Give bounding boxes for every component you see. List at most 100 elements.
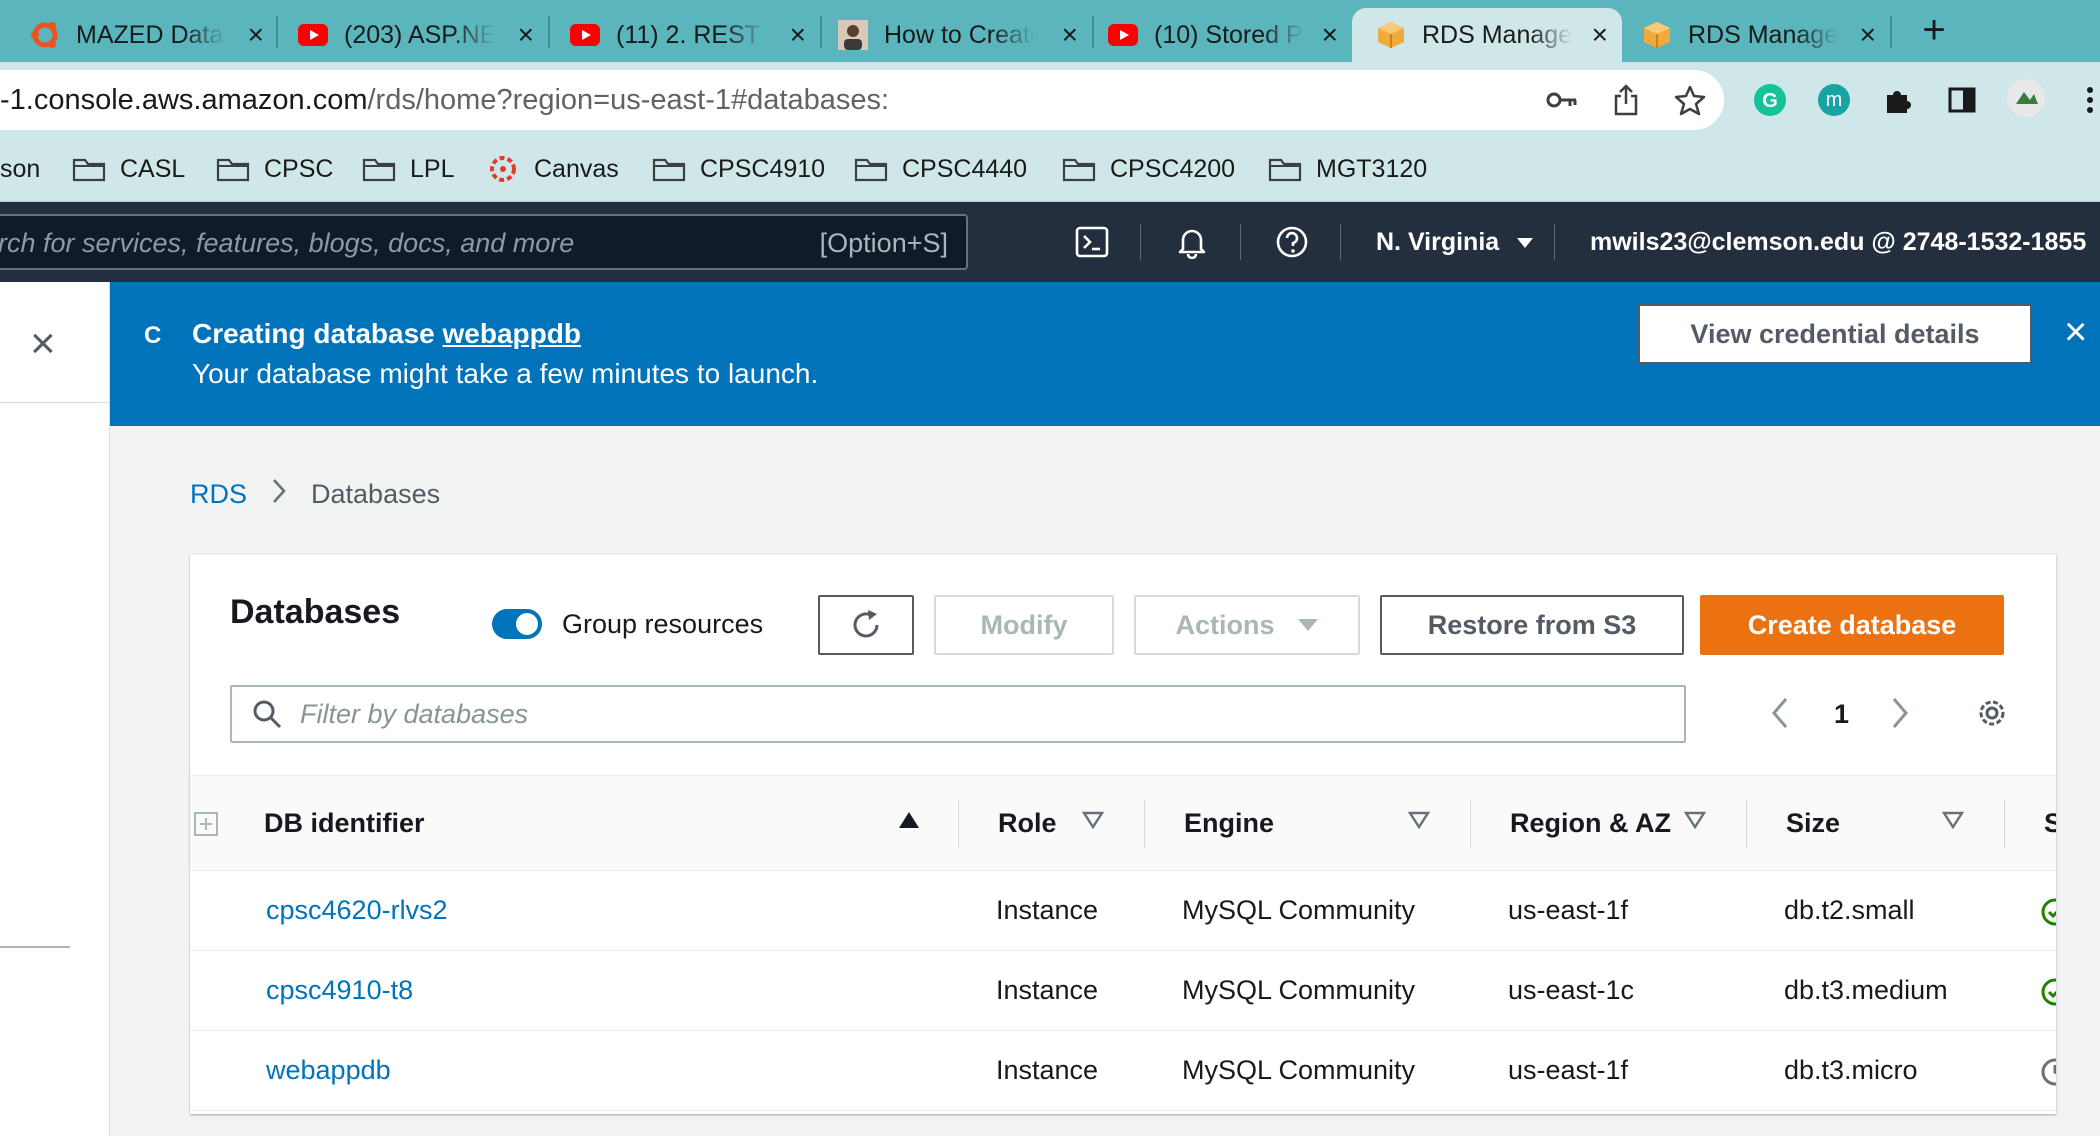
sort-icon[interactable] [1081, 810, 1105, 835]
account-menu[interactable]: mwils23@clemson.edu @ 2748-1532-1855 [1590, 228, 2100, 257]
browser-tab[interactable]: (10) Stored P × [1096, 8, 1352, 62]
bookmark-folder[interactable]: CPSC [216, 152, 333, 186]
browser-tab[interactable]: (203) ASP.NET × [280, 8, 548, 62]
aws-search-input[interactable]: rch for services, features, blogs, docs,… [0, 214, 968, 270]
restore-from-s3-button[interactable]: Restore from S3 [1380, 595, 1684, 655]
sort-ascending-icon[interactable] [898, 810, 920, 835]
bookmark-folder[interactable]: CASL [72, 152, 185, 186]
table-row[interactable]: webappdb Instance MySQL Community us-eas… [190, 1031, 2056, 1111]
tab-divider [1092, 16, 1094, 48]
bookmark[interactable]: son [0, 152, 40, 186]
nav-divider [1140, 224, 1141, 260]
loading-spinner-icon: C [144, 322, 162, 349]
close-icon[interactable]: × [1062, 21, 1078, 49]
bookmark[interactable]: Canvas [486, 152, 619, 186]
page-number[interactable]: 1 [1834, 699, 1849, 730]
browser-tab[interactable]: RDS Management × [1622, 8, 1890, 62]
bookmark-folder[interactable]: CPSC4910 [652, 152, 825, 186]
db-identifier-link[interactable]: cpsc4620-rlvs2 [266, 895, 448, 926]
close-icon[interactable]: × [1592, 21, 1608, 49]
column-header-db-identifier[interactable]: DB identifier [264, 808, 425, 839]
side-navigation-panel: × [0, 282, 110, 1136]
close-icon[interactable]: × [1860, 21, 1876, 49]
share-icon[interactable] [1606, 80, 1646, 120]
star-icon[interactable] [1670, 80, 1710, 120]
bookmark-folder[interactable]: MGT3120 [1268, 152, 1427, 186]
ubuntu-icon [30, 20, 60, 50]
db-identifier-link[interactable]: cpsc4910-t8 [266, 975, 413, 1006]
sort-icon[interactable] [1683, 810, 1707, 835]
browser-toolbar: -1.console.aws.amazon.com/rds/home?regio… [0, 62, 2100, 138]
column-header-status[interactable]: S [2044, 808, 2056, 839]
browser-tab[interactable]: (11) 2. REST × [552, 8, 820, 62]
browser-tab[interactable]: MAZED Data × [0, 8, 278, 62]
bookmark-folder[interactable]: LPL [362, 152, 454, 186]
url-text[interactable]: -1.console.aws.amazon.com/rds/home?regio… [0, 84, 889, 117]
tab-title: (10) Stored P [1154, 20, 1303, 49]
nav-divider [1340, 224, 1341, 260]
cloudshell-icon[interactable] [1072, 222, 1112, 262]
column-divider [1746, 800, 1747, 848]
db-region: us-east-1f [1508, 1055, 1629, 1085]
caret-down-icon [1517, 238, 1534, 248]
tab-divider [1890, 16, 1892, 48]
close-icon[interactable]: × [2064, 312, 2087, 352]
close-icon[interactable]: × [790, 21, 806, 49]
expand-all-icon[interactable] [194, 812, 218, 841]
refresh-button[interactable] [818, 595, 914, 655]
help-icon[interactable] [1272, 222, 1312, 262]
bookmark-label: CPSC4910 [700, 154, 826, 183]
column-header-region-az[interactable]: Region & AZ [1510, 808, 1671, 839]
column-header-role[interactable]: Role [998, 808, 1057, 839]
actions-dropdown[interactable]: Actions [1134, 595, 1360, 655]
key-icon[interactable] [1542, 80, 1582, 120]
db-identifier-link[interactable]: webappdb [266, 1055, 391, 1086]
profile-avatar-icon[interactable] [2006, 78, 2046, 118]
create-database-button[interactable]: Create database [1700, 595, 2004, 655]
table-row[interactable]: cpsc4620-rlvs2 Instance MySQL Community … [190, 871, 2056, 951]
previous-page-icon[interactable] [1770, 695, 1790, 736]
filter-placeholder: Filter by databases [300, 699, 529, 729]
bookmarks-bar: son CASL CPSC LPL Canvas CPSC4910 CPSC44… [0, 138, 2100, 202]
breadcrumb-current: Databases [311, 479, 441, 509]
extensions-puzzle-icon[interactable] [1878, 80, 1918, 120]
side-panel-icon[interactable] [1942, 80, 1982, 120]
folder-icon [216, 158, 250, 182]
close-icon[interactable]: × [30, 322, 56, 366]
browser-tab-active[interactable]: RDS Management × [1352, 8, 1622, 62]
close-icon[interactable]: × [1322, 21, 1338, 49]
modify-button[interactable]: Modify [934, 595, 1114, 655]
close-icon[interactable]: × [248, 21, 264, 49]
status-available-icon [2040, 977, 2056, 1012]
extension-m-icon[interactable]: m [1814, 80, 1854, 120]
region-selector[interactable]: N. Virginia [1376, 228, 1534, 257]
address-bar[interactable]: -1.console.aws.amazon.com/rds/home?regio… [0, 70, 1724, 130]
url-host: -1.console.aws.amazon.com [0, 84, 368, 116]
filter-databases-input[interactable]: Filter by databases [230, 685, 1686, 743]
column-divider [1470, 800, 1471, 848]
browser-tab[interactable]: How to Create × [824, 8, 1092, 62]
bookmark-folder[interactable]: CPSC4200 [1062, 152, 1235, 186]
tab-title: (203) ASP.NET [344, 20, 494, 49]
column-header-size[interactable]: Size [1786, 808, 1840, 839]
table-row[interactable]: cpsc4910-t8 Instance MySQL Community us-… [190, 951, 2056, 1031]
sort-icon[interactable] [1407, 810, 1431, 835]
sort-icon[interactable] [1941, 810, 1965, 835]
close-icon[interactable]: × [518, 21, 534, 49]
bookmark-folder[interactable]: CPSC4440 [854, 152, 1027, 186]
next-page-icon[interactable] [1890, 695, 1910, 736]
view-credential-details-button[interactable]: View credential details [1638, 304, 2032, 364]
gear-icon[interactable] [1974, 695, 2010, 736]
browser-menu-icon[interactable] [2070, 80, 2100, 120]
column-header-engine[interactable]: Engine [1184, 808, 1274, 839]
new-tab-button[interactable]: + [1912, 10, 1956, 54]
breadcrumb-rds-link[interactable]: RDS [190, 479, 247, 510]
group-resources-toggle[interactable] [492, 609, 542, 639]
youtube-icon [570, 20, 600, 50]
grammarly-icon[interactable]: G [1750, 80, 1790, 120]
actions-label: Actions [1175, 609, 1275, 640]
flash-notification: C Creating database webappdb Your databa… [110, 282, 2100, 426]
svg-text:m: m [1826, 89, 1843, 111]
flash-database-link[interactable]: webappdb [443, 318, 581, 349]
bell-icon[interactable] [1172, 222, 1212, 262]
